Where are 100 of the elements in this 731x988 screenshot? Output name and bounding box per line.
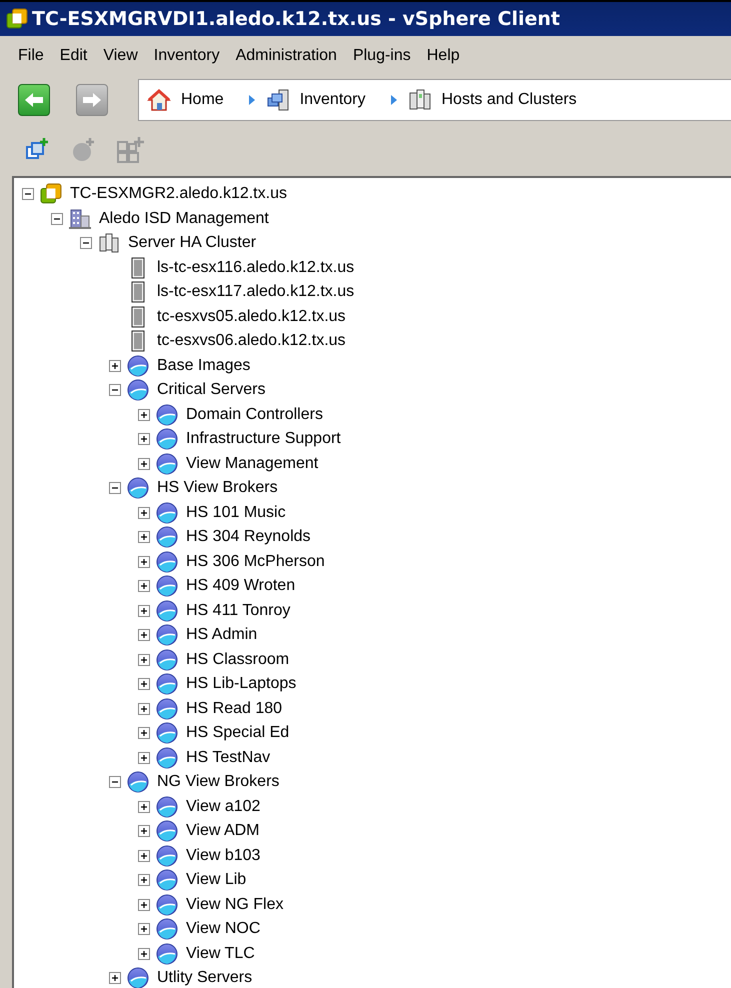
expand-toggle[interactable] — [138, 580, 150, 592]
menu-item[interactable]: File — [10, 47, 52, 65]
tree-item[interactable]: HS View Brokers — [157, 479, 278, 498]
breadcrumb-link[interactable]: Hosts and Clusters — [442, 91, 577, 109]
tree-item[interactable]: View NOC — [186, 920, 260, 938]
tree-item[interactable]: HS 306 McPherson — [186, 552, 325, 571]
expand-toggle[interactable] — [138, 629, 150, 642]
resource-pool-icon — [156, 575, 178, 598]
back-arrow-icon — [24, 91, 44, 109]
resource-pool-icon — [156, 942, 178, 965]
back-button[interactable] — [18, 84, 50, 116]
menu-item[interactable]: View — [95, 47, 146, 65]
resource-pool-icon — [127, 379, 149, 402]
tree-item[interactable]: View Lib — [186, 871, 246, 890]
cluster-icon — [98, 232, 120, 254]
tree-item[interactable]: tc-esxvs06.aledo.k12.tx.us — [157, 332, 346, 350]
tree-item[interactable]: Aledo ISD Management — [99, 210, 269, 228]
expand-toggle[interactable] — [138, 678, 150, 690]
tree-item[interactable]: Critical Servers — [157, 381, 266, 400]
menu-item[interactable]: Edit — [52, 47, 96, 65]
expand-toggle[interactable] — [109, 360, 121, 372]
server-logo-icon — [40, 183, 62, 206]
expand-toggle[interactable] — [138, 800, 150, 813]
tree-item[interactable]: HS 304 Reynolds — [186, 528, 311, 546]
tree-item[interactable]: Base Images — [157, 356, 250, 375]
tree-item[interactable]: tc-esxvs05.aledo.k12.tx.us — [157, 308, 346, 326]
tree-item[interactable]: TC-ESXMGR2.aledo.k12.tx.us — [70, 185, 287, 204]
tree-item[interactable]: HS Special Ed — [186, 724, 290, 742]
resource-pool-icon — [127, 771, 149, 794]
breadcrumb-link[interactable]: Home — [181, 91, 224, 109]
expand-toggle[interactable] — [138, 850, 150, 862]
app-logo-icon — [6, 8, 28, 30]
expand-toggle[interactable] — [138, 654, 150, 666]
tree-item[interactable]: View NG Flex — [186, 896, 284, 914]
collapse-toggle[interactable] — [51, 212, 63, 225]
tree-item[interactable]: View ADM — [186, 822, 260, 840]
window-title: TC-ESXMGRVDI1.aledo.k12.tx.us - vSphere Client — [32, 8, 560, 30]
expand-toggle[interactable] — [138, 604, 150, 617]
resource-pool-icon — [156, 648, 178, 671]
tree-item[interactable]: HS Classroom — [186, 650, 290, 669]
collapse-toggle[interactable] — [109, 384, 121, 396]
tree-item[interactable]: ls-tc-esx117.aledo.k12.tx.us — [157, 283, 354, 302]
breadcrumb-arrow-icon — [390, 94, 398, 106]
tree-item[interactable]: ls-tc-esx116.aledo.k12.tx.us — [157, 258, 354, 277]
tree-item[interactable]: HS 101 Music — [186, 504, 286, 522]
expand-toggle[interactable] — [138, 825, 150, 838]
expand-toggle[interactable] — [138, 556, 150, 568]
resource-pool-icon — [156, 550, 178, 573]
tree-item[interactable]: HS Read 180 — [186, 700, 282, 718]
expand-toggle[interactable] — [138, 923, 150, 936]
server-icon — [131, 330, 145, 352]
expand-toggle[interactable] — [138, 458, 150, 470]
building-icon — [69, 208, 91, 230]
tree-item[interactable]: Utlity Servers — [157, 969, 252, 988]
inventory-icon — [266, 88, 290, 112]
collapse-toggle[interactable] — [109, 776, 121, 788]
breadcrumb-arrow-icon — [248, 94, 256, 106]
menu-item[interactable]: Administration — [228, 47, 345, 65]
collapse-toggle[interactable] — [109, 482, 121, 494]
tree-item[interactable]: HS 411 Tonroy — [186, 602, 290, 620]
expand-toggle[interactable] — [138, 727, 150, 740]
expand-toggle[interactable] — [138, 948, 150, 960]
expand-toggle[interactable] — [138, 752, 150, 764]
resource-pool-icon — [127, 477, 149, 500]
tree-item[interactable]: HS Lib-Laptops — [186, 675, 296, 694]
tree-item[interactable]: View TLC — [186, 944, 255, 963]
expand-toggle[interactable] — [138, 702, 150, 715]
resource-pool-icon — [156, 844, 178, 867]
breadcrumb-link[interactable]: Inventory — [300, 91, 366, 109]
tree-item[interactable]: Domain Controllers — [186, 406, 323, 424]
expand-toggle[interactable] — [138, 531, 150, 544]
tree-item[interactable]: Infrastructure Support — [186, 430, 341, 448]
server-icon — [131, 281, 145, 304]
resource-pool-icon — [156, 698, 178, 720]
resource-pool-icon — [156, 746, 178, 769]
tree-item[interactable]: View Management — [186, 454, 318, 473]
tree-item[interactable]: HS TestNav — [186, 748, 270, 767]
resource-pool-icon — [156, 452, 178, 475]
tree-item[interactable]: View b103 — [186, 846, 260, 865]
tree-item[interactable]: HS 409 Wroten — [186, 577, 296, 596]
expand-toggle[interactable] — [138, 506, 150, 519]
tree-item[interactable]: Server HA Cluster — [128, 234, 256, 252]
expand-toggle[interactable] — [138, 433, 150, 446]
menu-item[interactable]: Help — [418, 47, 468, 65]
expand-toggle[interactable] — [109, 972, 121, 984]
expand-toggle[interactable] — [138, 408, 150, 421]
expand-toggle[interactable] — [138, 898, 150, 911]
menu-item[interactable]: Inventory — [146, 47, 228, 65]
menu-item[interactable]: Plug-ins — [344, 47, 419, 65]
tree-item[interactable]: NG View Brokers — [157, 773, 280, 792]
resource-pool-icon — [156, 502, 178, 524]
house-icon — [147, 88, 171, 112]
server-icon — [131, 306, 145, 328]
resource-pool-icon — [156, 624, 178, 646]
collapse-toggle[interactable] — [22, 188, 34, 200]
tree-item[interactable]: View a102 — [186, 798, 260, 816]
expand-toggle[interactable] — [138, 874, 150, 886]
tree-item[interactable]: HS Admin — [186, 626, 258, 644]
resource-pool-icon — [156, 894, 178, 916]
collapse-toggle[interactable] — [80, 237, 92, 250]
